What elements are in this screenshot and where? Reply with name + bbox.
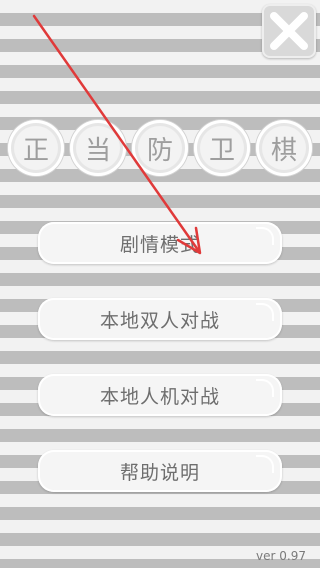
- local-pve-button[interactable]: 本地人机对战: [38, 374, 282, 416]
- close-icon: [270, 12, 308, 50]
- story-mode-button[interactable]: 剧情模式: [38, 222, 282, 264]
- story-mode-label: 剧情模式: [119, 233, 200, 256]
- help-button[interactable]: 帮助说明: [38, 450, 282, 492]
- local-pve-label: 本地人机对战: [99, 385, 220, 408]
- title-char-disc: 正: [8, 120, 64, 176]
- title-char-disc: 棋: [256, 120, 312, 176]
- title-char-disc: 防: [132, 120, 188, 176]
- game-title: 正 当 防 卫 棋: [0, 120, 320, 176]
- local-pvp-button[interactable]: 本地双人对战: [38, 298, 282, 340]
- button-shine: [256, 379, 274, 397]
- title-char-disc: 卫: [194, 120, 250, 176]
- version-label: ver 0.97: [256, 549, 306, 563]
- button-shine: [256, 455, 274, 473]
- title-char-disc: 当: [70, 120, 126, 176]
- local-pvp-label: 本地双人对战: [99, 309, 220, 332]
- button-shine: [256, 227, 274, 245]
- close-button[interactable]: [262, 4, 316, 58]
- button-shine: [256, 303, 274, 321]
- help-label: 帮助说明: [119, 461, 200, 484]
